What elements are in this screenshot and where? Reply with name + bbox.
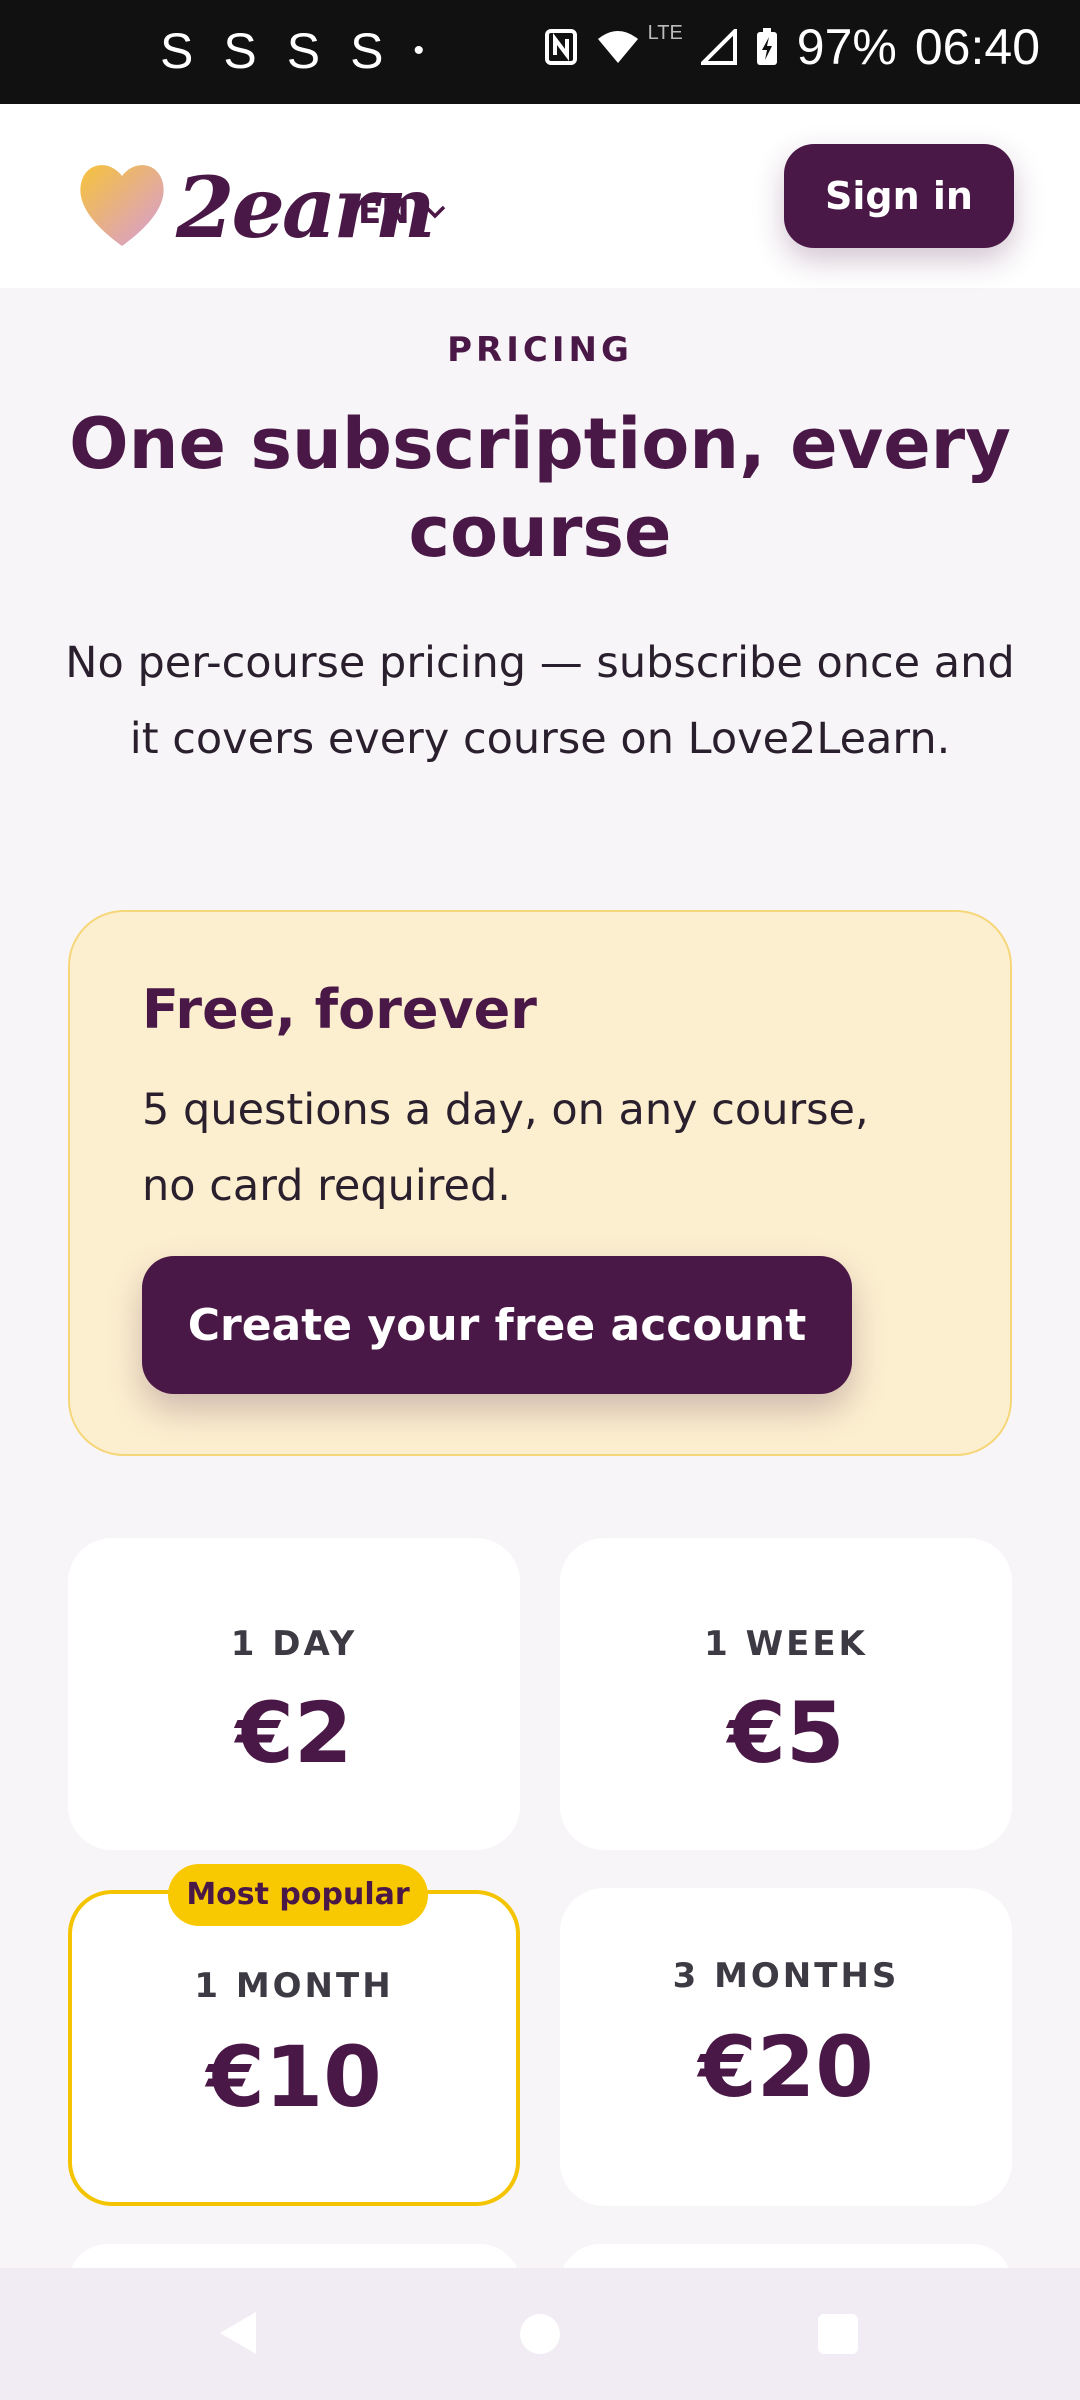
- plan-price: €5: [727, 1684, 845, 1782]
- page-title: One subscription, every course: [69, 403, 1011, 573]
- language-label: EN: [358, 192, 410, 232]
- create-free-account-button[interactable]: Create your free account: [142, 1256, 852, 1394]
- network-type-label: LTE: [647, 21, 683, 44]
- plan-period: 1 WEEK: [704, 1624, 868, 1664]
- language-selector[interactable]: EN: [358, 192, 446, 232]
- page-subtitle: No per-course pricing — subscribe once a…: [65, 638, 1015, 764]
- plan-card-3-months[interactable]: 3 MONTHS €20: [560, 1888, 1012, 2206]
- plan-card-1-week[interactable]: 1 WEEK €5: [560, 1538, 1012, 1850]
- notification-icon-s: S: [286, 23, 325, 79]
- sign-in-button[interactable]: Sign in: [784, 144, 1014, 248]
- battery-charging-icon: [756, 28, 777, 65]
- wifi-icon: [597, 31, 638, 63]
- chevron-down-icon: [424, 205, 445, 219]
- plan-period: 3 MONTHS: [672, 1956, 900, 1996]
- nfc-icon: [544, 29, 577, 65]
- clock: 06:40: [914, 19, 1040, 75]
- battery-percentage: 97%: [796, 19, 897, 75]
- plan-period: 1 MONTH: [194, 1966, 394, 2006]
- plan-card-1-month[interactable]: Most popular 1 MONTH €10: [68, 1864, 520, 2206]
- free-plan-description: 5 questions a day, on any course, no car…: [142, 1085, 869, 1211]
- more-notifications-dot: •: [413, 34, 428, 67]
- plan-price: €2: [235, 1684, 353, 1782]
- home-icon[interactable]: [520, 2314, 560, 2354]
- love2learn-logo[interactable]: 2earn: [76, 144, 436, 257]
- site-header: 2earn EN Sign in: [0, 104, 1080, 288]
- notification-icon-s: S: [160, 23, 198, 79]
- plan-period: 1 DAY: [230, 1624, 358, 1664]
- system-navigation-bar: [0, 2268, 1080, 2400]
- notification-icon-s: S: [223, 23, 261, 79]
- free-plan-title: Free, forever: [142, 978, 537, 1041]
- section-eyebrow: PRICING: [447, 330, 633, 370]
- back-icon[interactable]: [216, 2308, 260, 2358]
- notification-icons: S S S S •: [160, 22, 428, 80]
- most-popular-badge: Most popular: [168, 1864, 428, 1926]
- recent-apps-icon[interactable]: [818, 2314, 858, 2354]
- plan-card-1-day[interactable]: 1 DAY €2: [68, 1538, 520, 1850]
- notification-icon-s: S: [350, 23, 388, 79]
- free-plan-card: Free, forever 5 questions a day, on any …: [68, 910, 1012, 1456]
- signal-icon: [700, 29, 737, 65]
- status-bar: S S S S • LTE 97% 06:40: [0, 0, 1080, 104]
- plan-price: €10: [206, 2028, 382, 2126]
- system-icons: LTE 97% 06:40: [544, 18, 1040, 76]
- plan-price: €20: [698, 2018, 874, 2116]
- heart-logo-icon: [80, 165, 164, 246]
